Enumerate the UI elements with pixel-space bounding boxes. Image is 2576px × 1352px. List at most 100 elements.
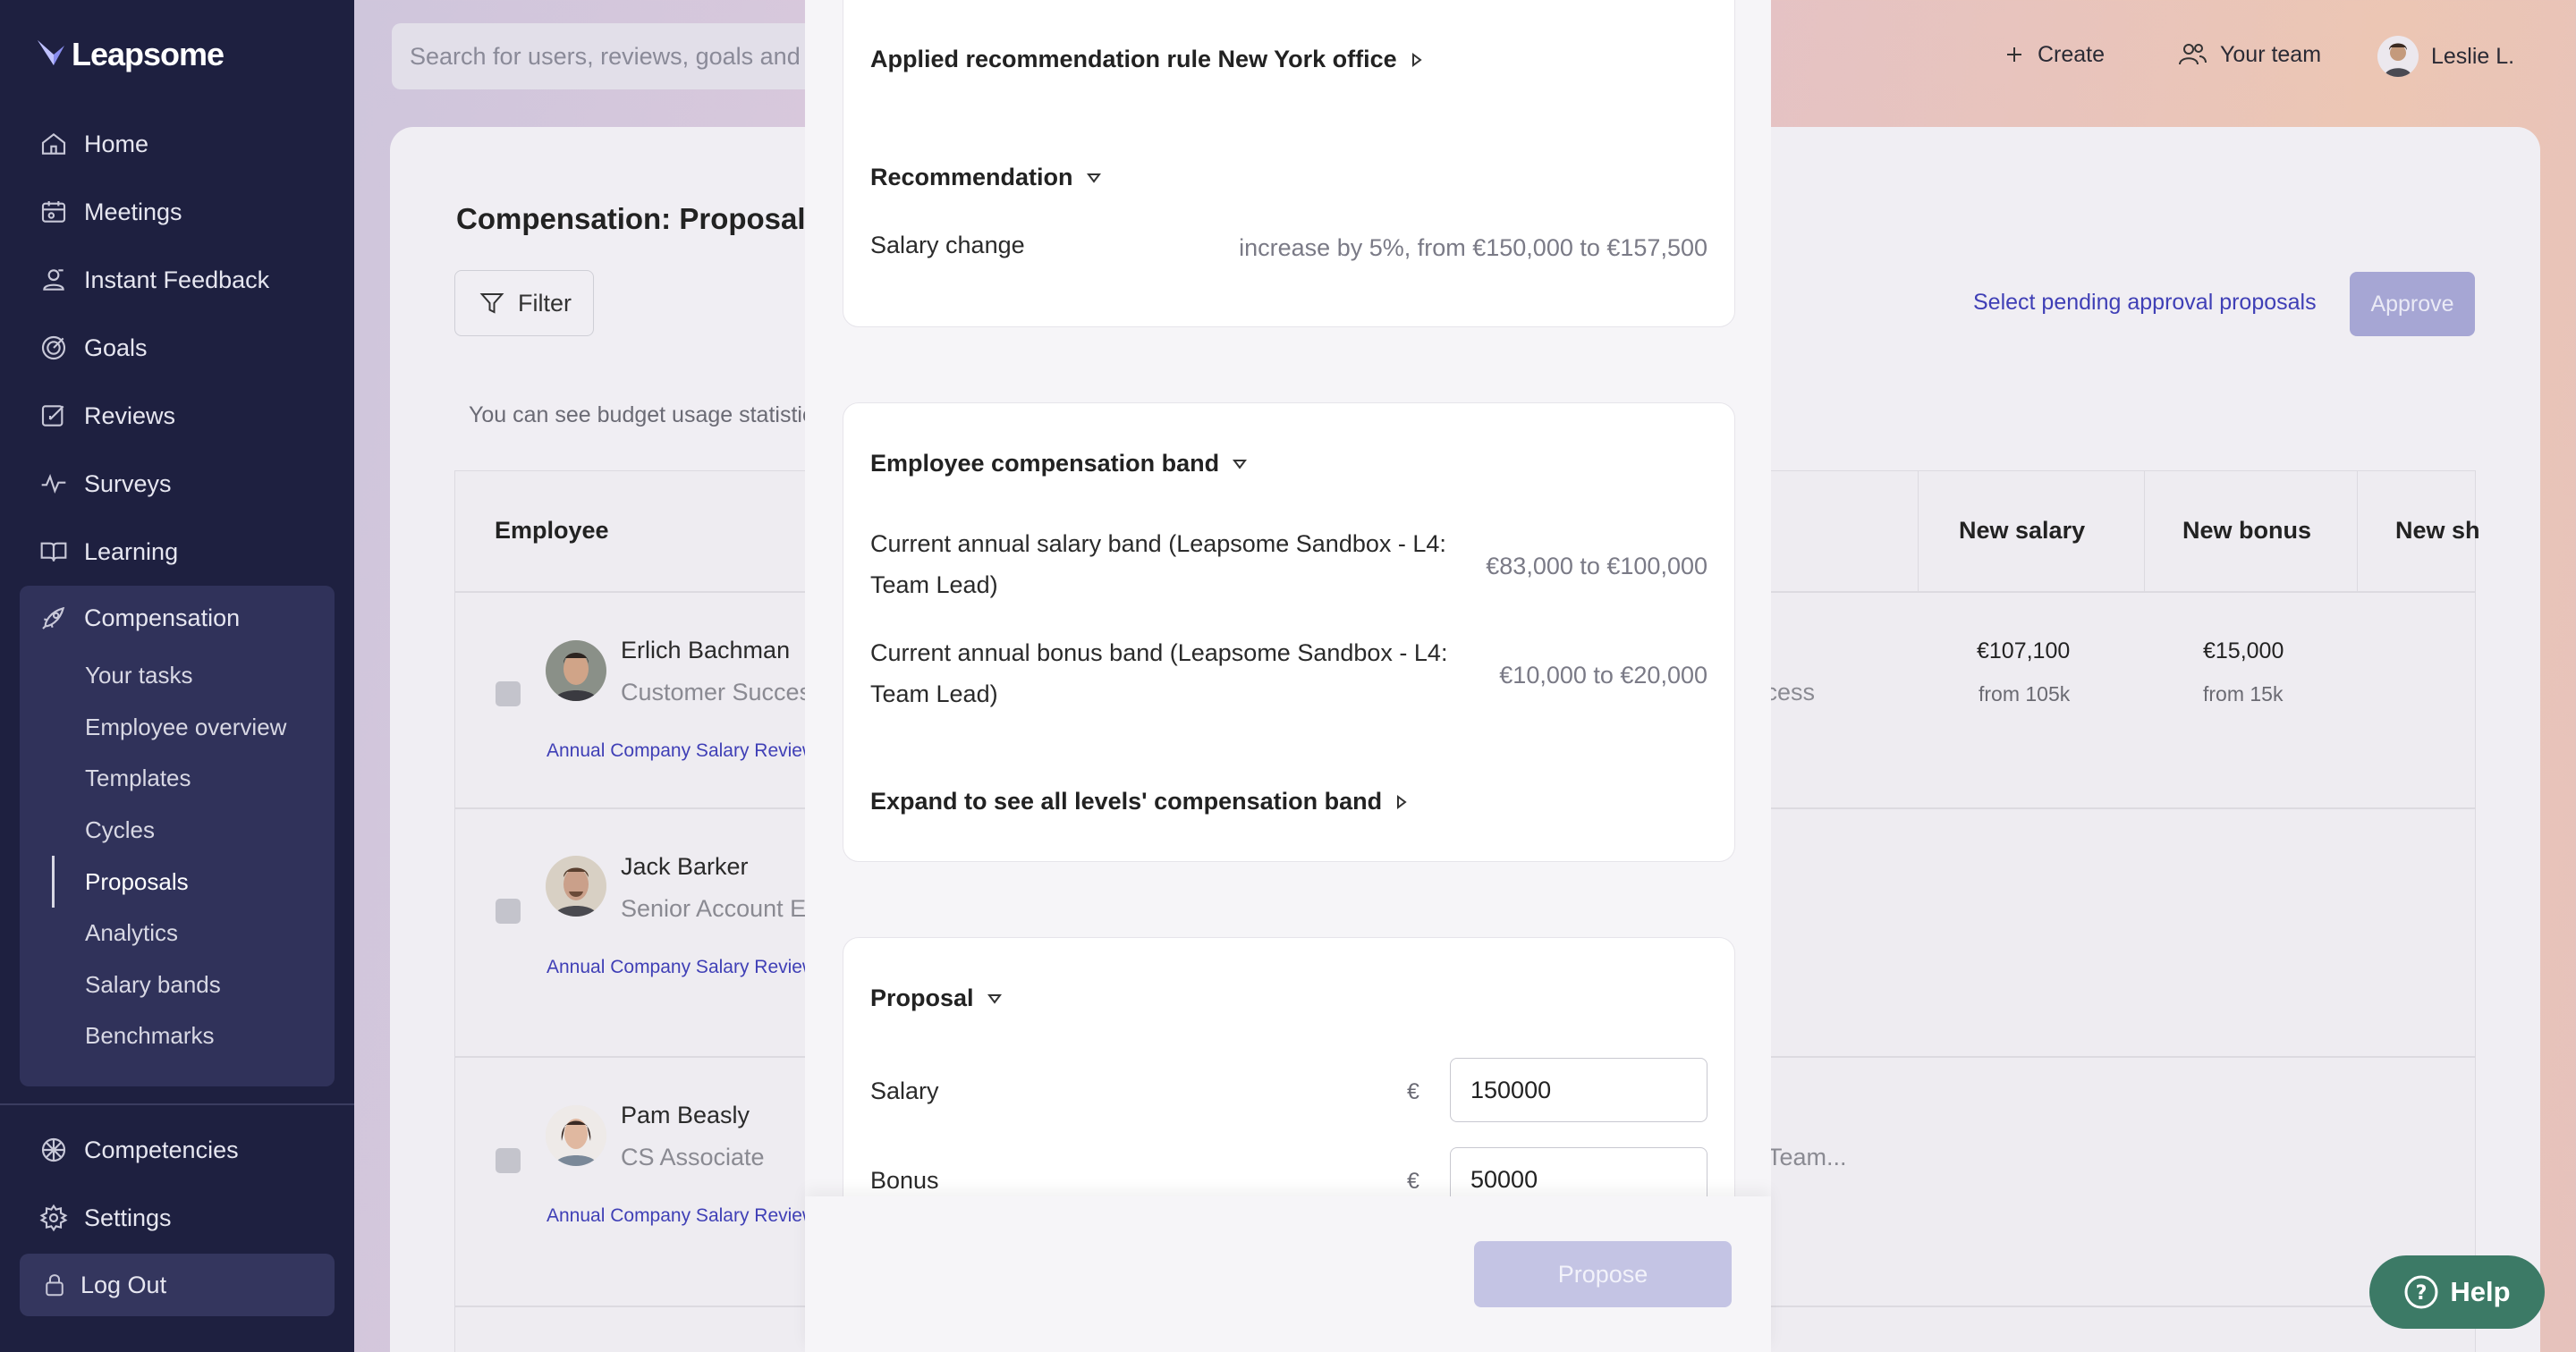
- help-label: Help: [2450, 1276, 2511, 1307]
- salary-label: Salary: [870, 1077, 939, 1104]
- lock-icon: [46, 1274, 64, 1297]
- sidebar-item-label: Instant Feedback: [84, 266, 270, 293]
- compensation-group: [20, 586, 335, 1086]
- logout-button[interactable]: Log Out: [20, 1254, 335, 1316]
- column-divider: [2144, 471, 2145, 593]
- sidebar-item-instant-feedback[interactable]: Instant Feedback: [20, 250, 335, 309]
- select-pending-link[interactable]: Select pending approval proposals: [1973, 290, 2317, 316]
- sidebar-item-surveys[interactable]: Surveys: [20, 454, 335, 513]
- column-divider: [1918, 471, 1919, 593]
- header-new-salary[interactable]: New salary: [1959, 517, 2085, 545]
- new-salary-value: €107,100: [1977, 638, 2071, 663]
- employee-name[interactable]: Erlich Bachman: [621, 637, 790, 664]
- sidebar-sub-analytics[interactable]: Analytics: [85, 919, 178, 947]
- employee-role: CS Associate: [621, 1144, 765, 1170]
- sidebar-sub-proposals[interactable]: Proposals: [85, 868, 189, 896]
- feedback-icon: [43, 269, 64, 291]
- employee-avatar: [546, 856, 606, 917]
- cycle-link[interactable]: Annual Company Salary Review: [547, 740, 810, 762]
- row-checkbox[interactable]: [496, 899, 521, 924]
- sidebar-item-competencies[interactable]: Competencies: [20, 1120, 335, 1179]
- cycle-link[interactable]: Annual Company Salary Review: [547, 1205, 810, 1227]
- team-icon: [2179, 44, 2207, 65]
- sidebar-item-settings[interactable]: Settings: [20, 1188, 335, 1247]
- employee-role: Customer Success: [621, 679, 809, 706]
- bonus-currency: €: [1407, 1169, 1419, 1194]
- recommendation-toggle[interactable]: Recommendation: [870, 164, 1102, 191]
- salary-change-value: increase by 5%, from €150,000 to €157,50…: [1239, 234, 1707, 261]
- user-menu[interactable]: Leslie L.: [2377, 34, 2514, 79]
- sidebar-item-goals[interactable]: Goals: [20, 318, 335, 377]
- proposal-modal: Applied recommendation rule New York off…: [805, 0, 1771, 1352]
- sidebar-item-label: Meetings: [84, 198, 182, 225]
- surveys-icon: [41, 474, 66, 494]
- reviews-icon: [41, 405, 64, 427]
- bonus-label: Bonus: [870, 1167, 939, 1194]
- budget-info: You can see budget usage statistics: [469, 402, 809, 427]
- salary-change-label: Salary change: [870, 232, 1025, 258]
- sidebar-item-label: Competencies: [84, 1136, 239, 1163]
- sidebar-item-label: Goals: [84, 334, 148, 361]
- header-new-shares[interactable]: New sh: [2395, 517, 2480, 545]
- user-name: Leslie L.: [2431, 43, 2515, 69]
- band-toggle[interactable]: Employee compensation band: [870, 450, 1248, 477]
- logo[interactable]: Leapsome: [36, 36, 225, 73]
- sidebar-sub-salary-bands[interactable]: Salary bands: [85, 971, 221, 999]
- meetings-icon: [41, 201, 66, 223]
- sidebar-item-home[interactable]: Home: [20, 114, 335, 173]
- sidebar-item-label: Settings: [84, 1204, 172, 1231]
- caret-down-icon: [1086, 173, 1101, 183]
- column-divider: [2357, 471, 2358, 593]
- propose-button[interactable]: Propose: [1474, 1241, 1732, 1307]
- sidebar-item-reviews[interactable]: Reviews: [20, 386, 335, 445]
- sidebar-sub-benchmarks[interactable]: Benchmarks: [85, 1022, 215, 1050]
- proposal-toggle[interactable]: Proposal: [870, 984, 1003, 1012]
- caret-right-icon: [1397, 794, 1407, 809]
- salary-input[interactable]: [1450, 1058, 1707, 1122]
- sidebar-item-label: Home: [84, 130, 149, 157]
- new-bonus-value: €15,000: [2203, 638, 2284, 663]
- expand-band-toggle[interactable]: Expand to see all levels' compensation b…: [870, 788, 1409, 815]
- search-input[interactable]: Search for users, reviews, goals and m: [392, 23, 821, 89]
- recommendation-card: Applied recommendation rule New York off…: [843, 0, 1735, 327]
- learning-icon: [40, 542, 67, 562]
- gear-icon: [39, 1204, 68, 1232]
- leapsome-logo-icon: [38, 40, 64, 65]
- bonus-band-value: €10,000 to €20,000: [1499, 662, 1707, 689]
- employee-name[interactable]: Pam Beasly: [621, 1102, 750, 1129]
- create-button[interactable]: Create: [2004, 32, 2105, 77]
- filter-label: Filter: [518, 289, 572, 317]
- band-label: Employee compensation band: [870, 450, 1220, 477]
- header-employee[interactable]: Employee: [495, 517, 609, 545]
- sidebar-sub-templates[interactable]: Templates: [85, 765, 191, 792]
- sidebar-sub-employee-overview[interactable]: Employee overview: [85, 714, 286, 741]
- your-team-button[interactable]: Your team: [2177, 32, 2321, 77]
- caret-down-icon: [1233, 459, 1248, 469]
- sidebar-item-label: Surveys: [84, 469, 172, 497]
- approve-button[interactable]: Approve: [2350, 272, 2475, 336]
- sidebar-item-meetings[interactable]: Meetings: [20, 182, 335, 241]
- rule-toggle[interactable]: Applied recommendation rule New York off…: [870, 46, 1424, 73]
- sidebar-sub-cycles[interactable]: Cycles: [85, 816, 155, 844]
- caret-right-icon: [1411, 52, 1422, 67]
- bonus-band-label: Current annual bonus band (Leapsome Sand…: [870, 639, 1448, 707]
- filter-button[interactable]: Filter: [454, 270, 594, 336]
- svg-text:?: ?: [2416, 1282, 2428, 1305]
- rule-label: Applied recommendation rule New York off…: [870, 46, 1397, 72]
- header-new-bonus[interactable]: New bonus: [2182, 517, 2311, 545]
- row-checkbox[interactable]: [496, 681, 521, 706]
- sidebar-item-compensation[interactable]: Compensation: [20, 588, 335, 647]
- sidebar-divider: [0, 1103, 354, 1105]
- team-label: Your team: [2220, 41, 2322, 67]
- sidebar-item-learning[interactable]: Learning: [20, 522, 335, 581]
- cycle-link[interactable]: Annual Company Salary Review: [547, 957, 810, 978]
- sidebar-item-label: Reviews: [84, 401, 176, 429]
- salary-band-value: €83,000 to €100,000: [1486, 553, 1707, 579]
- caret-down-icon: [987, 993, 1002, 1004]
- employee-role: Senior Account Executive: [621, 895, 809, 922]
- row-checkbox[interactable]: [496, 1148, 521, 1173]
- employee-name[interactable]: Jack Barker: [621, 853, 749, 881]
- help-button[interactable]: ? Help: [2369, 1255, 2545, 1329]
- active-indicator: [52, 856, 55, 908]
- sidebar-sub-your-tasks[interactable]: Your tasks: [85, 662, 192, 689]
